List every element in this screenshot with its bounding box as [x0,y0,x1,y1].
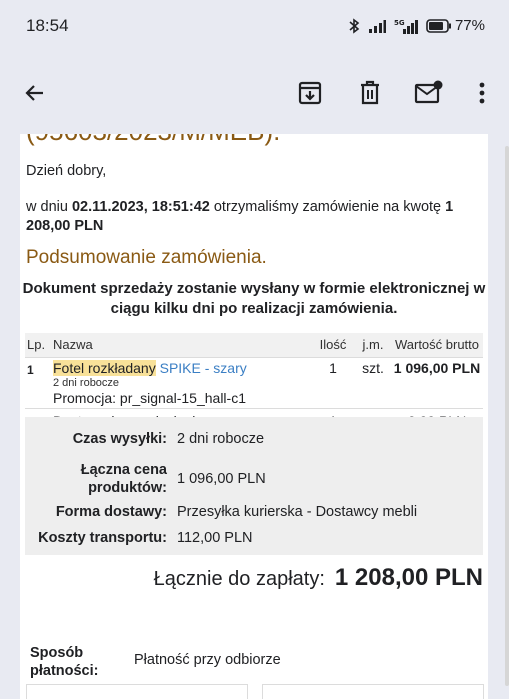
status-icons: 5G 77% [348,17,485,34]
table-row: 1 Fotel rozkładany SPIKE - szary 2 dni r… [25,356,483,408]
payment-method-label: Sposób płatności: [30,645,99,679]
grand-total-label: Łącznie do zapłaty: [153,568,325,590]
battery-icon: 77% [426,17,485,34]
scrollbar[interactable] [505,146,509,686]
address-box-left [26,684,248,699]
archive-icon[interactable] [295,78,325,108]
delete-icon[interactable] [355,78,385,108]
transport-cost-value: 112,00 PLN [177,530,253,546]
transport-cost-row: Koszty transportu: 112,00 PLN [25,529,483,547]
products-total-value: 1 096,00 PLN [177,471,266,487]
products-total-row: Łączna cena produktów: 1 096,00 PLN [25,461,483,497]
row-name: Fotel rozkładany SPIKE - szary 2 dni rob… [51,356,311,408]
shipping-time-row: Czas wysyłki: 2 dni robocze [25,430,483,448]
delivery-form-value: Przesyłka kurierska - Dostawcy mebli [177,504,418,520]
products-total-label: Łączna cena produktów: [80,462,167,496]
address-box-right [262,684,484,699]
shipping-time-value: 2 dni robocze [177,431,265,447]
col-name: Nazwa [51,333,311,357]
product-name-highlight: Fotel rozkładany [53,359,156,376]
col-value: Wartość brutto [391,333,483,357]
lead-time: 2 dni robocze [53,376,120,389]
mark-unread-icon[interactable] [414,78,444,108]
col-unit: j.m. [355,333,391,357]
row-unit: szt. [355,356,391,408]
app-bar [0,54,509,134]
delivery-form-label: Forma dostawy: [55,504,167,520]
grand-total-value: 1 208,00 PLN [334,564,483,591]
order-totals: Czas wysyłki: 2 dni robocze Łączna cena p… [25,417,483,555]
product-link[interactable]: SPIKE - szary [160,360,247,376]
document-notice: Dokument sprzedaży zostanie wysłany w fo… [22,280,486,317]
col-lp: Lp. [25,333,51,357]
table-header-row: Lp. Nazwa Ilość j.m. Wartość brutto [25,333,483,357]
summary-title: Podsumowanie zamówienia. [26,247,267,268]
more-vert-icon[interactable] [467,78,497,108]
order-number-heading: (95603/2023/M/MEB). [26,134,280,147]
shipping-time-label: Czas wysyłki: [72,431,167,447]
bluetooth-icon [348,17,360,34]
signal-5g-icon: 5G [394,18,418,34]
delivery-form-row: Forma dostawy: Przesyłka kurierska - Dos… [25,503,483,521]
promo-code: Promocja: pr_signal-15_hall-c1 [53,389,246,406]
grand-total: Łącznie do zapłaty: 1 208,00 PLN [20,564,483,592]
payment-method-value: Płatność przy odbiorze [134,652,281,668]
status-time: 18:54 [26,16,69,35]
intro-text: w dniu 02.11.2023, 18:51:42 otrzymaliśmy… [26,199,454,234]
back-arrow-icon[interactable] [20,78,50,108]
row-value: 1 096,00 PLN [391,356,483,408]
svg-text:5G: 5G [394,19,405,27]
email-page: (95603/2023/M/MEB). Dzień dobry, w dniu … [20,134,488,699]
greeting: Dzień dobry, [26,163,107,179]
transport-cost-label: Koszty transportu: [38,530,167,546]
order-datetime: 02.11.2023, 18:51:42 [71,199,210,215]
email-body[interactable]: (95603/2023/M/MEB). Dzień dobry, w dniu … [0,134,509,699]
col-qty: Ilość [311,333,355,357]
signal-icon [368,19,386,33]
row-lp: 1 [25,356,51,408]
row-qty: 1 [311,356,355,408]
status-bar: 18:54 5G 77% [0,0,509,54]
battery-percent: 77% [454,17,485,34]
